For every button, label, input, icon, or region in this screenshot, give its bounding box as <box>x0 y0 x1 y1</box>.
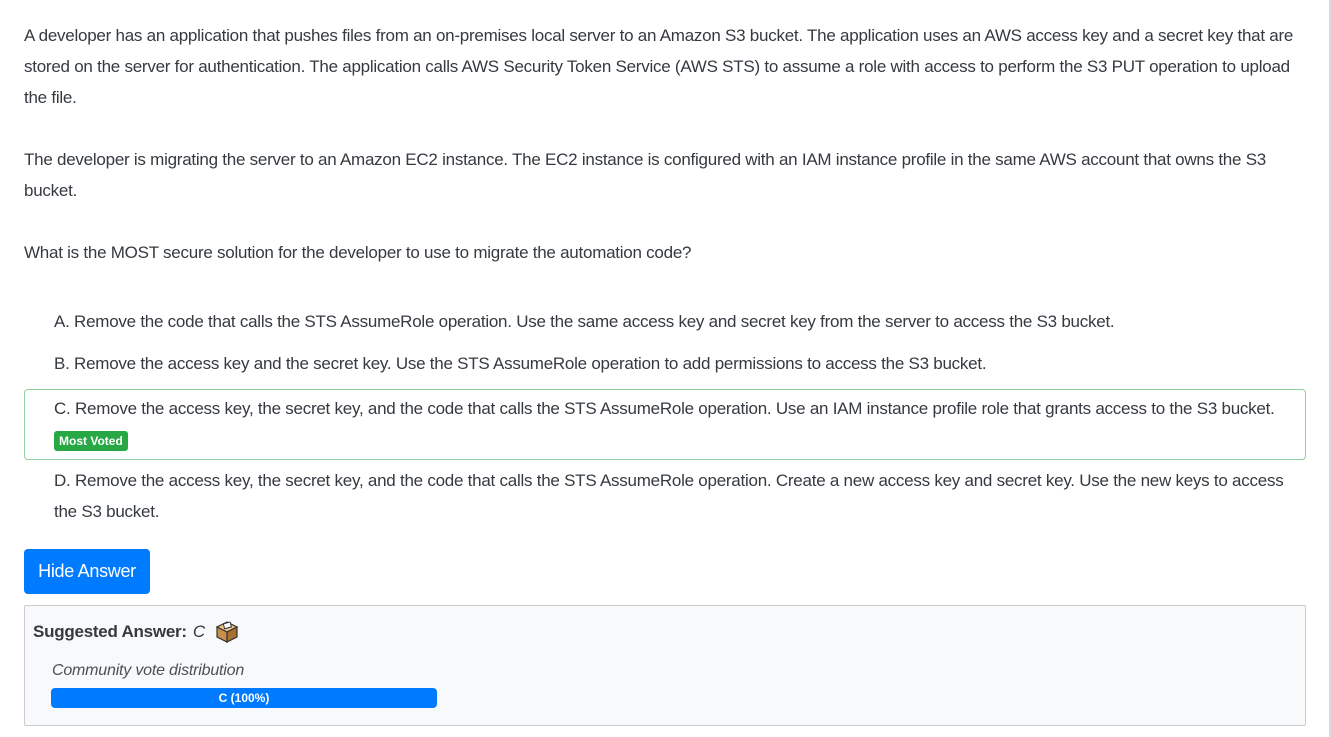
choice-letter: B. <box>54 354 70 373</box>
hide-answer-button[interactable]: Hide Answer <box>24 549 150 594</box>
suggested-answer-label: Suggested Answer: <box>33 622 187 641</box>
choice-text: Remove the access key and the secret key… <box>74 354 987 373</box>
choice-letter: D. <box>54 471 71 490</box>
choice-letter: C. <box>54 399 71 418</box>
choice-list: A. Remove the code that calls the STS As… <box>24 305 1306 528</box>
question-paragraph: The developer is migrating the server to… <box>24 150 1266 200</box>
choice-b[interactable]: B. Remove the access key and the secret … <box>24 347 1306 380</box>
most-voted-badge: Most Voted <box>54 431 128 451</box>
ballot-box-icon <box>215 620 239 644</box>
choice-text: Remove the access key, the secret key, a… <box>74 399 1275 418</box>
vote-distribution-title: Community vote distribution <box>52 662 245 679</box>
choice-text: Remove the access key, the secret key, a… <box>54 471 1284 521</box>
suggested-answer-value: C <box>192 622 205 641</box>
suggested-answer: Suggested Answer: C <box>33 620 239 644</box>
question-prompt: What is the MOST secure solution for the… <box>24 243 692 262</box>
choice-letter: A. <box>54 312 70 331</box>
answer-panel: Suggested Answer: C Community vote distr… <box>24 605 1306 726</box>
choice-d[interactable]: D. Remove the access key, the secret key… <box>24 464 1306 528</box>
choice-text: Remove the code that calls the STS Assum… <box>74 312 1115 331</box>
choice-c-line: C. Remove the access key, the secret key… <box>54 393 1301 424</box>
vote-distribution-bar: C (100%) <box>51 688 437 708</box>
question-text: A developer has an application that push… <box>24 20 1309 299</box>
vote-bar-segment-c: C (100%) <box>51 688 437 708</box>
question-paragraph: A developer has an application that push… <box>24 26 1294 107</box>
choice-c[interactable]: C. Remove the access key, the secret key… <box>24 389 1306 460</box>
choice-a[interactable]: A. Remove the code that calls the STS As… <box>24 305 1306 338</box>
